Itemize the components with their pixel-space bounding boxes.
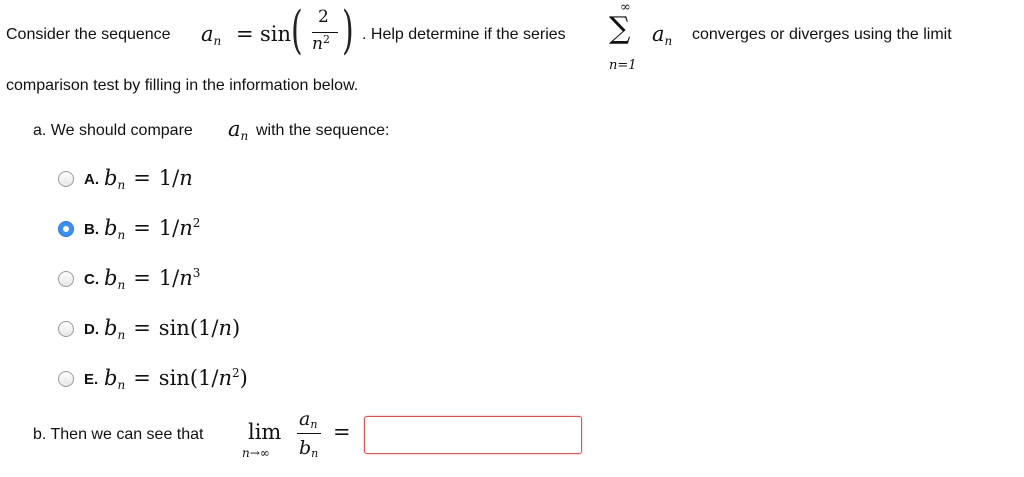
- radio-button-e[interactable]: [58, 371, 74, 387]
- option-close-paren: ): [239, 366, 248, 390]
- option-variable: n: [218, 366, 232, 390]
- option-a[interactable]: A. bn = 1/n: [56, 166, 316, 196]
- option-formula: bn = sin(1/n2): [104, 366, 248, 392]
- option-equals: =: [133, 316, 151, 340]
- intro-text: Consider the sequence: [6, 26, 171, 43]
- b-symbol: b: [104, 166, 118, 190]
- option-exponent: 2: [231, 366, 240, 380]
- radio-button-b[interactable]: [58, 221, 74, 237]
- lim-subscript: n→∞: [242, 446, 270, 460]
- option-letter: E.: [84, 371, 99, 388]
- option-expression: 1/: [158, 166, 180, 190]
- option-formula: bn = sin(1/n): [104, 316, 241, 342]
- radio-button-d[interactable]: [58, 321, 74, 337]
- b-subscript: n: [117, 328, 126, 342]
- b-symbol: b: [104, 366, 118, 390]
- part-a-a-n: an: [228, 117, 249, 143]
- limit-equals: =: [333, 420, 351, 444]
- left-paren: (: [291, 1, 303, 62]
- option-exponent: 2: [192, 216, 201, 230]
- option-formula: bn = 1/n: [104, 166, 193, 192]
- option-d[interactable]: D. bn = sin(1/n): [56, 316, 316, 346]
- intro-line-2: comparison test by filling in the inform…: [6, 77, 359, 94]
- a-n-symbol: an: [201, 22, 222, 48]
- help-text: . Help determine if the series: [362, 26, 566, 43]
- option-exponent: 3: [192, 266, 201, 280]
- option-variable: n: [179, 166, 193, 190]
- b-subscript: n: [117, 378, 126, 392]
- option-letter: A.: [84, 171, 99, 188]
- option-expression: sin(1/: [158, 316, 219, 340]
- b-symbol: b: [104, 316, 118, 340]
- option-equals: =: [133, 366, 151, 390]
- b-symbol: b: [104, 216, 118, 240]
- radio-button-a[interactable]: [58, 171, 74, 187]
- option-c[interactable]: C. bn = 1/n3: [56, 266, 316, 296]
- option-b[interactable]: B. bn = 1/n2: [56, 216, 316, 246]
- option-variable: n: [179, 216, 193, 240]
- limit-answer-input[interactable]: [364, 416, 582, 454]
- option-expression: 1/: [158, 266, 180, 290]
- option-expression: 1/: [158, 216, 180, 240]
- equals-sign: =: [236, 22, 254, 46]
- part-a-label-tail: with the sequence:: [256, 122, 390, 139]
- option-equals: =: [133, 266, 151, 290]
- b-subscript: n: [117, 178, 126, 192]
- lim-operator: lim: [248, 420, 282, 444]
- option-close-paren: ): [231, 316, 241, 340]
- b-subscript: n: [117, 228, 126, 242]
- tail-text: converges or diverges using the limit: [692, 26, 952, 43]
- option-formula: bn = 1/n3: [104, 266, 201, 292]
- series-term: an: [652, 22, 673, 48]
- b-subscript: n: [117, 278, 126, 292]
- option-e[interactable]: E. bn = sin(1/n2): [56, 366, 316, 396]
- option-equals: =: [133, 216, 151, 240]
- sigma-icon: ∑: [609, 11, 631, 46]
- limit-numerator: an: [299, 408, 318, 431]
- limit-denominator: bn: [299, 437, 319, 460]
- option-letter: D.: [84, 321, 99, 338]
- option-equals: =: [133, 166, 151, 190]
- option-letter: C.: [84, 271, 99, 288]
- option-variable: n: [179, 266, 193, 290]
- fraction-numerator: 2: [318, 7, 329, 27]
- option-letter: B.: [84, 221, 99, 238]
- option-expression: sin(1/: [158, 366, 219, 390]
- radio-button-c[interactable]: [58, 271, 74, 287]
- part-b-label: b. Then we can see that: [33, 426, 204, 443]
- option-formula: bn = 1/n2: [104, 216, 201, 242]
- sum-lower-limit: n=1: [609, 58, 637, 73]
- option-variable: n: [218, 316, 232, 340]
- part-a-label: a. We should compare: [33, 122, 193, 139]
- limit-fraction-bar: [297, 433, 321, 434]
- sin-function: sin: [260, 22, 292, 46]
- right-paren: ): [342, 1, 354, 62]
- b-symbol: b: [104, 266, 118, 290]
- fraction-denominator: n2: [312, 33, 330, 54]
